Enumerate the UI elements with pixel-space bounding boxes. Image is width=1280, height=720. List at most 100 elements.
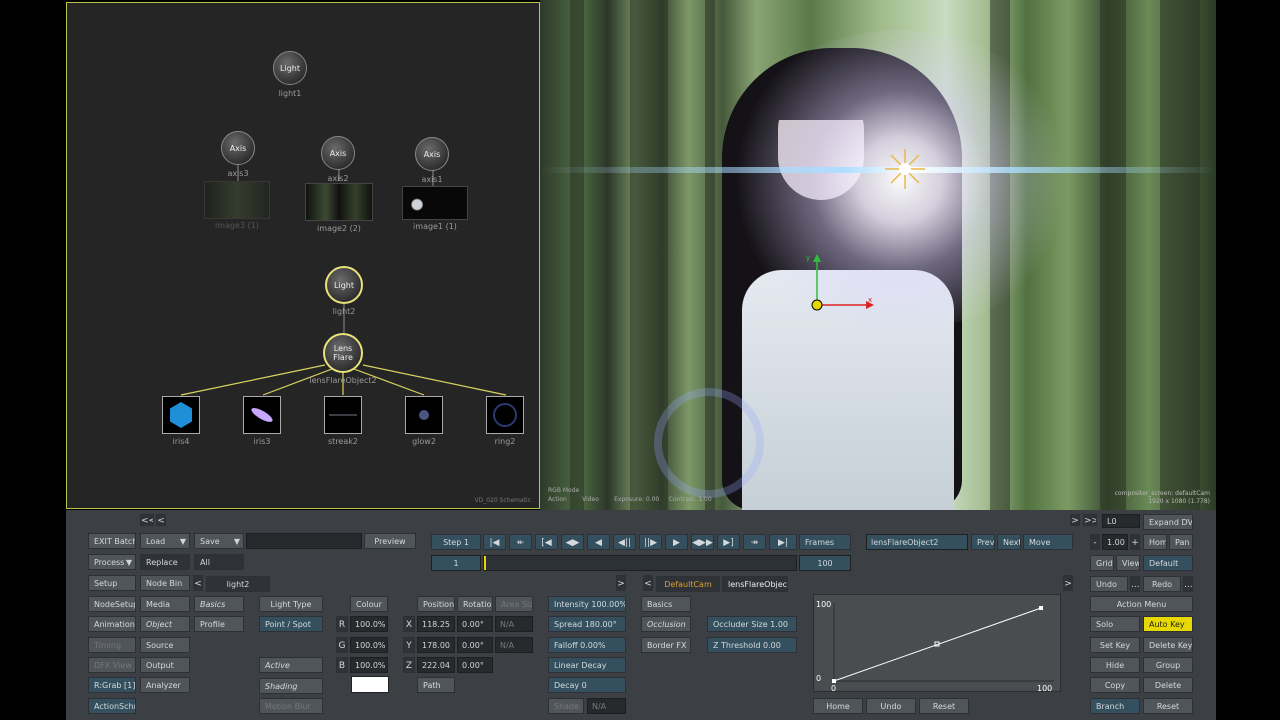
axis2-node[interactable]: Axis bbox=[321, 136, 355, 170]
image1-thumbnail[interactable] bbox=[402, 186, 468, 220]
tab-left-arrow-icon[interactable]: < bbox=[193, 575, 203, 591]
motion-blur-toggle[interactable]: Motion Blur bbox=[259, 698, 323, 714]
occluder-size-field[interactable]: Occluder Size 1.00 bbox=[707, 616, 797, 632]
grid-button[interactable]: Grid bbox=[1090, 555, 1114, 571]
layer-field[interactable]: L0 bbox=[1102, 514, 1140, 528]
curve-key[interactable] bbox=[1039, 606, 1043, 610]
replace-button[interactable]: Replace bbox=[140, 554, 190, 570]
undo-more-button[interactable]: ... bbox=[1130, 576, 1140, 592]
lens-flare-node[interactable]: Lens Flare bbox=[323, 333, 363, 373]
loop-icon[interactable]: ◀▶▶ bbox=[691, 534, 714, 550]
tab-light2[interactable]: light2 bbox=[206, 576, 270, 592]
path-button[interactable]: Path bbox=[417, 677, 455, 693]
next-object-button[interactable]: Next bbox=[997, 534, 1021, 550]
redo-button[interactable]: Redo bbox=[1143, 576, 1181, 592]
all-button[interactable]: All bbox=[194, 554, 244, 570]
axis3-node[interactable]: Axis bbox=[221, 131, 255, 165]
next-key-icon[interactable]: ↠ bbox=[743, 534, 766, 550]
action-schematic-button[interactable]: ActionSchm bbox=[88, 698, 136, 714]
group-button[interactable]: Group bbox=[1143, 657, 1193, 673]
ring2-thumbnail[interactable] bbox=[486, 396, 524, 434]
auto-key-button[interactable]: Auto Key bbox=[1143, 616, 1193, 632]
basics-button[interactable]: Basics bbox=[194, 596, 244, 612]
branch-button[interactable]: Branch bbox=[1090, 698, 1140, 714]
light-type-select[interactable]: Point / Spot bbox=[259, 616, 323, 632]
intensity-field[interactable]: Intensity 100.00% bbox=[548, 596, 626, 612]
light1-node[interactable]: Light bbox=[273, 51, 307, 85]
hide-button[interactable]: Hide bbox=[1090, 657, 1140, 673]
nav-back-button[interactable]: << bbox=[140, 514, 154, 526]
end-frame-field[interactable]: 100 bbox=[799, 555, 851, 571]
solo-button[interactable]: Solo bbox=[1090, 616, 1140, 632]
occlusion-button[interactable]: Occlusion bbox=[641, 616, 691, 632]
image3-thumbnail[interactable] bbox=[204, 181, 270, 219]
flare-basics-button[interactable]: Basics bbox=[641, 596, 691, 612]
rgrab-button[interactable]: R:Grab [1] bbox=[88, 677, 136, 693]
nav-back-small-button[interactable]: < bbox=[156, 514, 166, 526]
preview-button[interactable]: Preview bbox=[364, 533, 416, 549]
setup-button[interactable]: Setup bbox=[88, 575, 136, 591]
pan-button[interactable]: Pan bbox=[1169, 534, 1193, 550]
linear-decay-button[interactable]: Linear Decay bbox=[548, 657, 626, 673]
curve-line[interactable] bbox=[833, 607, 1042, 682]
profile-button[interactable]: Profile bbox=[194, 616, 244, 632]
z-threshold-field[interactable]: Z Threshold 0.00 bbox=[707, 637, 797, 653]
timing-button[interactable]: Timing bbox=[88, 637, 136, 653]
position-y-field[interactable]: 178.00 bbox=[417, 637, 455, 653]
save-button[interactable]: Save ▼ bbox=[194, 533, 244, 549]
frames-button[interactable]: Frames bbox=[799, 534, 851, 550]
playhead[interactable] bbox=[484, 556, 486, 570]
object-button[interactable]: Object bbox=[140, 616, 190, 632]
home-button[interactable]: Home bbox=[1143, 534, 1167, 550]
view-button[interactable]: View bbox=[1116, 555, 1140, 571]
node-bin-button[interactable]: Node Bin bbox=[140, 575, 190, 591]
copy-button[interactable]: Copy bbox=[1090, 677, 1140, 693]
current-frame-field[interactable]: 1 bbox=[431, 555, 481, 571]
delete-button[interactable]: Delete bbox=[1143, 677, 1193, 693]
iris4-thumbnail[interactable] bbox=[162, 396, 200, 434]
media-button[interactable]: Media bbox=[140, 596, 190, 612]
bounce-icon[interactable]: ◀▶ bbox=[561, 534, 584, 550]
colour-swatch[interactable] bbox=[351, 676, 389, 693]
image2-thumbnail[interactable] bbox=[305, 183, 373, 221]
object-name-field[interactable]: lensFlareObject2 bbox=[866, 534, 968, 550]
source-button[interactable]: Source bbox=[140, 637, 190, 653]
light2-node[interactable]: Light bbox=[325, 266, 363, 304]
curve-reset-button[interactable]: Reset bbox=[919, 698, 969, 714]
output-button[interactable]: Output bbox=[140, 657, 190, 673]
schematic-view[interactable]: Light light1 Axis axis3 Axis axis2 Axis … bbox=[66, 2, 540, 509]
undo-button[interactable]: Undo bbox=[1090, 576, 1128, 592]
nav-fwd-small-button[interactable]: > bbox=[1070, 514, 1080, 526]
active-toggle[interactable]: Active bbox=[259, 657, 323, 673]
node-setup-button[interactable]: NodeSetup bbox=[88, 596, 136, 612]
glow2-thumbnail[interactable] bbox=[405, 396, 443, 434]
timeline-scrubber[interactable] bbox=[483, 555, 797, 571]
reset-button[interactable]: Reset bbox=[1143, 698, 1193, 714]
curve-undo-button[interactable]: Undo bbox=[866, 698, 916, 714]
move-button[interactable]: Move bbox=[1023, 534, 1073, 550]
prev-key-icon[interactable]: ↞ bbox=[509, 534, 532, 550]
curve-key[interactable] bbox=[832, 679, 836, 683]
tab-left-arrow-icon[interactable]: < bbox=[643, 575, 653, 591]
tab-right-arrow-icon[interactable]: > bbox=[616, 575, 626, 591]
tab-default-cam[interactable]: DefaultCam bbox=[656, 576, 720, 592]
curve-editor[interactable]: 100 0 0 100 bbox=[813, 594, 1061, 693]
spread-field[interactable]: Spread 180.00° bbox=[548, 616, 626, 632]
load-button[interactable]: Load ▼ bbox=[140, 533, 190, 549]
shade-button[interactable]: Shade bbox=[548, 698, 584, 714]
rotation-y-field[interactable]: 0.00° bbox=[457, 637, 493, 653]
red-field[interactable]: 100.0% bbox=[350, 616, 388, 632]
prev-mark-icon[interactable]: [◀ bbox=[535, 534, 558, 550]
redo-more-button[interactable]: ... bbox=[1183, 576, 1193, 592]
next-mark-icon[interactable]: ▶] bbox=[717, 534, 740, 550]
set-key-button[interactable]: Set Key bbox=[1090, 637, 1140, 653]
prev-object-button[interactable]: Prev bbox=[971, 534, 995, 550]
default-button[interactable]: Default bbox=[1143, 555, 1193, 571]
transform-gizmo-icon[interactable]: y x bbox=[806, 248, 880, 316]
tab-right-arrow-icon[interactable]: > bbox=[1063, 575, 1073, 591]
analyzer-button[interactable]: Analyzer bbox=[140, 677, 190, 693]
axis1-node[interactable]: Axis bbox=[415, 137, 449, 171]
step-button[interactable]: Step 1 bbox=[431, 534, 481, 550]
rotation-x-field[interactable]: 0.00° bbox=[457, 616, 493, 632]
name-field[interactable] bbox=[246, 533, 362, 549]
